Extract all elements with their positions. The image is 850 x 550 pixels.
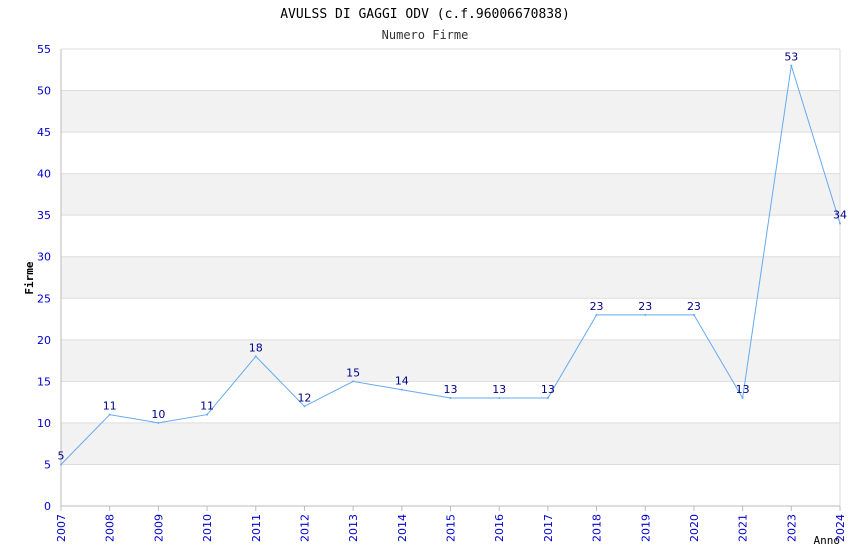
y-tick-label: 25 xyxy=(37,292,51,305)
x-tick-label: 2017 xyxy=(542,514,555,542)
grid-band xyxy=(61,422,840,465)
data-label: 13 xyxy=(541,383,555,396)
grid-band xyxy=(61,90,840,133)
data-point xyxy=(303,405,306,408)
data-label: 23 xyxy=(687,300,701,313)
chart-title: AVULSS DI GAGGI ODV (c.f.96006670838) xyxy=(280,7,570,22)
data-label: 13 xyxy=(444,383,458,396)
x-tick-label: 2016 xyxy=(493,514,506,542)
y-tick-label: 35 xyxy=(37,209,51,222)
x-tick-label: 2010 xyxy=(201,514,214,542)
data-point xyxy=(400,388,403,391)
x-tick-label: 2014 xyxy=(396,514,409,542)
data-label: 23 xyxy=(638,300,652,313)
data-label: 10 xyxy=(151,408,165,421)
grid-band xyxy=(61,173,840,216)
data-point xyxy=(839,222,841,225)
data-point xyxy=(60,463,62,466)
data-label: 11 xyxy=(103,400,117,413)
data-point xyxy=(692,313,695,316)
data-point xyxy=(546,396,549,399)
chart-subtitle: Numero Firme xyxy=(382,28,469,42)
y-tick-label: 20 xyxy=(37,334,51,347)
x-tick-label: 2012 xyxy=(298,514,311,542)
y-tick-label: 45 xyxy=(37,126,51,139)
data-label: 13 xyxy=(492,383,506,396)
data-point xyxy=(644,313,647,316)
y-tick-label: 50 xyxy=(37,85,51,98)
data-label: 5 xyxy=(58,449,65,462)
data-point xyxy=(741,396,744,399)
x-tick-label: 2009 xyxy=(152,514,165,542)
x-tick-label: 2011 xyxy=(250,514,263,542)
data-label: 14 xyxy=(395,375,409,388)
line-chart: 0510152025303540455055 2007 2008 2009 2010 2… xyxy=(23,7,847,547)
y-tick-label: 0 xyxy=(44,500,51,513)
x-tick-label: 2020 xyxy=(688,514,701,542)
data-label: 18 xyxy=(249,341,263,354)
y-tick-labels: 0 5 10 15 20 25 30 35 40 45 50 55 xyxy=(37,43,51,513)
x-tick-label: 2021 xyxy=(737,514,750,542)
data-point xyxy=(498,396,501,399)
x-tick-label: 2023 xyxy=(785,514,798,542)
y-tick-label: 30 xyxy=(37,251,51,264)
x-tick-label: 2015 xyxy=(445,514,458,542)
x-axis-label: Anno xyxy=(814,534,841,547)
data-label: 13 xyxy=(736,383,750,396)
data-label: 34 xyxy=(833,208,847,221)
y-axis-label: Firme xyxy=(23,261,36,294)
data-point xyxy=(352,380,355,383)
x-tick-label: 2018 xyxy=(591,514,604,542)
y-tick-label: 10 xyxy=(37,417,51,430)
data-point xyxy=(108,413,111,416)
y-tick-label: 5 xyxy=(44,458,51,471)
data-label: 15 xyxy=(346,366,360,379)
grid-band xyxy=(61,256,840,299)
x-tick-label: 2008 xyxy=(104,514,117,542)
grid-bands xyxy=(61,90,840,465)
x-tick-label: 2007 xyxy=(55,514,68,542)
grid-band xyxy=(61,339,840,382)
data-label: 23 xyxy=(590,300,604,313)
y-tick-label: 55 xyxy=(37,43,51,56)
data-point xyxy=(206,413,209,416)
data-point xyxy=(254,355,257,358)
x-tick-labels: 2007 2008 2009 2010 2011 2012 2013 2014 2015 2016… xyxy=(55,514,847,542)
x-tick-label: 2019 xyxy=(639,514,652,542)
data-point xyxy=(790,64,793,67)
x-tick-label: 2013 xyxy=(347,514,360,542)
y-tick-label: 40 xyxy=(37,168,51,181)
data-point xyxy=(449,396,452,399)
data-label: 53 xyxy=(784,51,798,64)
data-label: 12 xyxy=(297,391,311,404)
y-tick-label: 15 xyxy=(37,375,51,388)
data-point xyxy=(157,421,160,424)
data-label: 11 xyxy=(200,400,214,413)
data-point xyxy=(595,313,598,316)
